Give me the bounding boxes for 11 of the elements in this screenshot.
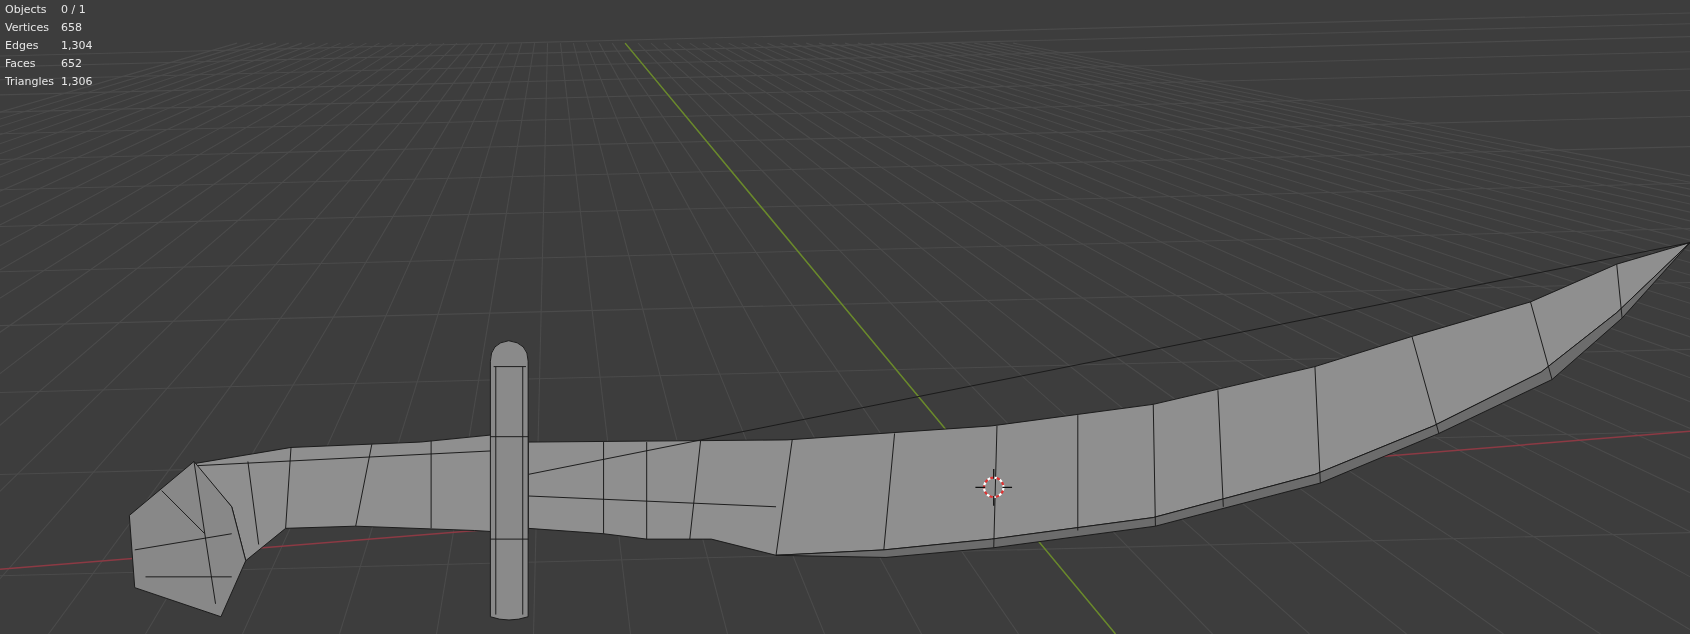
stat-label: Vertices [5, 20, 50, 36]
stat-label: Triangles [5, 74, 54, 90]
stat-label: Objects [5, 2, 48, 18]
stat-value: 1,306 [60, 74, 93, 90]
stat-value: 658 [60, 20, 83, 36]
stat-value: 1,304 [60, 38, 93, 54]
stat-value: 652 [60, 56, 83, 72]
3d-cursor-icon[interactable] [974, 468, 1013, 507]
stat-value: 0 / 1 [60, 2, 87, 18]
stat-label: Faces [5, 56, 37, 72]
stat-label: Edges [5, 38, 40, 54]
